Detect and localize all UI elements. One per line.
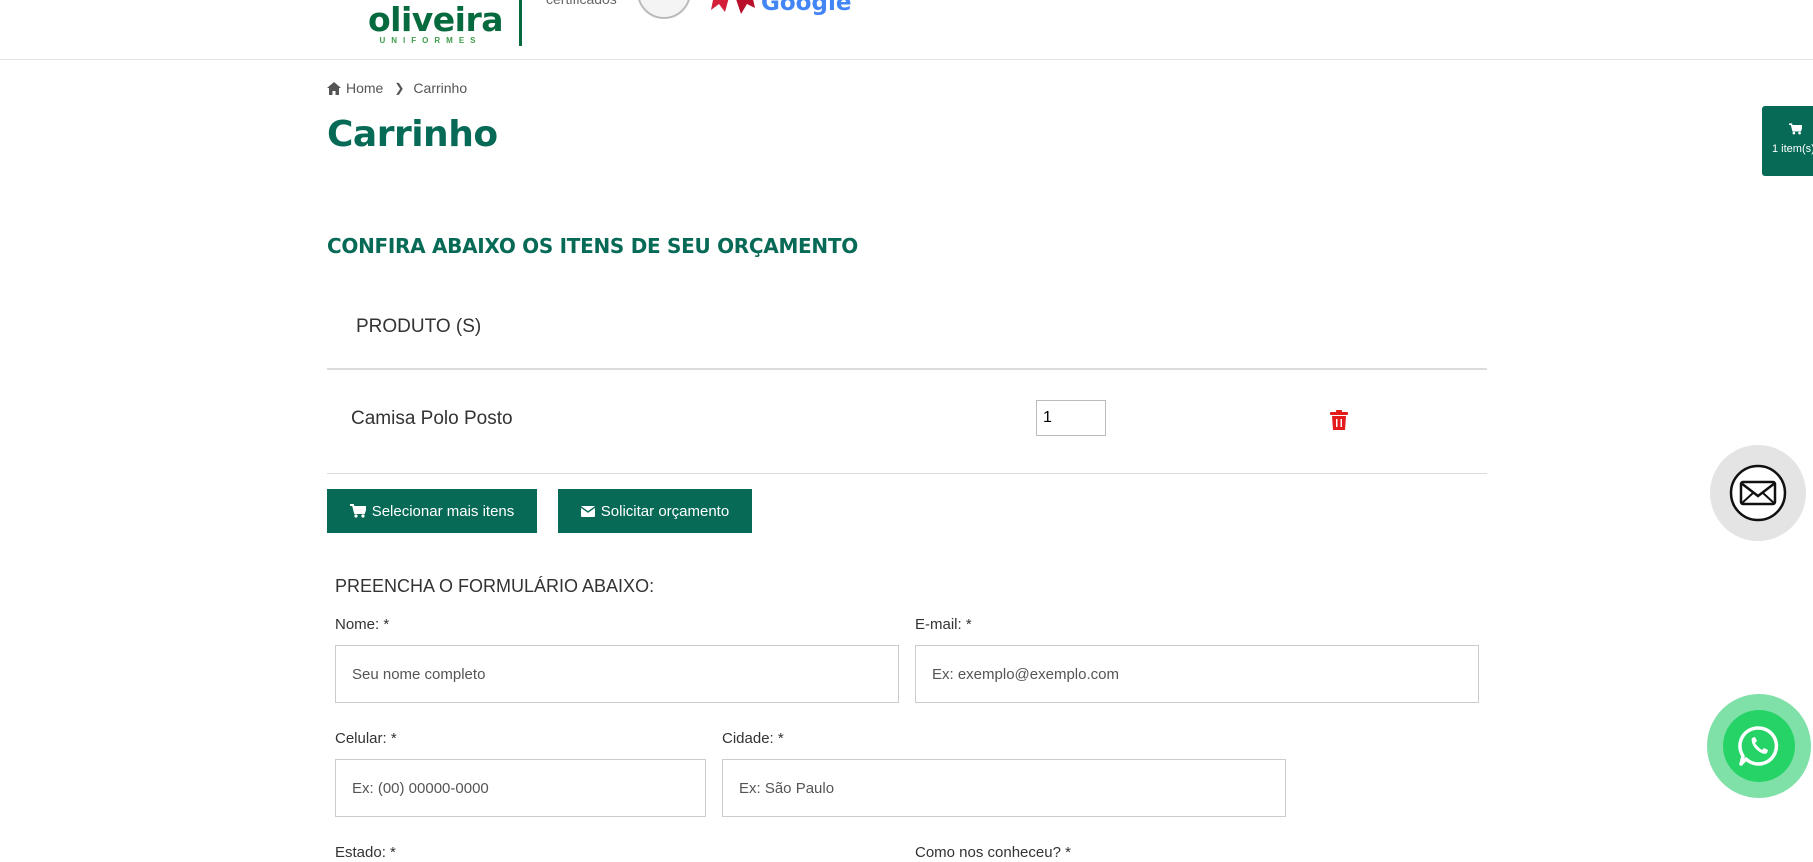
site-header: oliveira UNIFORMES certificados Google <box>0 0 1813 60</box>
name-field[interactable] <box>335 645 899 703</box>
whatsapp-icon <box>1738 726 1779 766</box>
ribbon-icon <box>711 0 755 14</box>
header-divider <box>519 0 522 46</box>
logo-subtitle: UNIFORMES <box>379 36 482 45</box>
name-label: Nome: * <box>335 616 390 633</box>
envelope-icon <box>580 505 595 517</box>
trash-icon[interactable] <box>1330 410 1348 430</box>
products-column-header: PRODUTO (S) <box>356 316 482 337</box>
city-label: Cidade: * <box>722 730 784 747</box>
whatsapp-button-inner <box>1723 710 1795 782</box>
google-badge: Google <box>711 0 851 26</box>
certificate-seal-icon <box>637 0 691 19</box>
certificates-label: certificados <box>546 0 617 7</box>
logo-wordmark: oliveira <box>368 0 504 39</box>
select-more-items-button[interactable]: Selecionar mais itens <box>327 489 537 533</box>
email-field[interactable] <box>915 645 1479 703</box>
oliveira-logo[interactable]: oliveira UNIFORMES <box>368 0 504 50</box>
quantity-input[interactable] <box>1036 400 1106 436</box>
breadcrumb-home-link[interactable]: Home <box>346 80 383 96</box>
cart-icon <box>349 504 366 518</box>
breadcrumb: Home ❯ Carrinho <box>327 80 467 96</box>
city-field[interactable] <box>722 759 1286 817</box>
home-icon <box>327 81 341 95</box>
breadcrumb-current: Carrinho <box>413 80 468 96</box>
phone-field[interactable] <box>335 759 706 817</box>
envelope-icon <box>1729 464 1787 522</box>
request-quote-label: Solicitar orçamento <box>600 502 730 520</box>
floating-email-button[interactable] <box>1710 445 1806 541</box>
breadcrumb-separator: ❯ <box>394 81 405 95</box>
phone-label: Celular: * <box>335 730 397 747</box>
google-logo-text: Google <box>761 0 852 16</box>
select-more-items-label: Selecionar mais itens <box>371 502 515 520</box>
email-label: E-mail: * <box>915 616 972 633</box>
cart-icon <box>1789 123 1802 135</box>
form-title: PREENCHA O FORMULÁRIO ABAIXO: <box>335 576 655 596</box>
floating-cart-tab[interactable]: 1 item(s) <box>1762 106 1813 176</box>
table-row: Camisa Polo Posto <box>327 370 1487 474</box>
products-table-header: PRODUTO (S) <box>327 290 1487 370</box>
floating-whatsapp-button[interactable] <box>1707 694 1811 798</box>
source-label: Como nos conheceu? * <box>915 844 1071 861</box>
section-title: CONFIRA ABAIXO OS ITENS DE SEU ORÇAMENTO <box>327 234 858 258</box>
product-name: Camisa Polo Posto <box>351 408 513 429</box>
state-label: Estado: * <box>335 844 396 861</box>
page-title: Carrinho <box>327 114 498 155</box>
cart-item-count: 1 item(s) <box>1772 143 1813 155</box>
request-quote-button[interactable]: Solicitar orçamento <box>558 489 752 533</box>
